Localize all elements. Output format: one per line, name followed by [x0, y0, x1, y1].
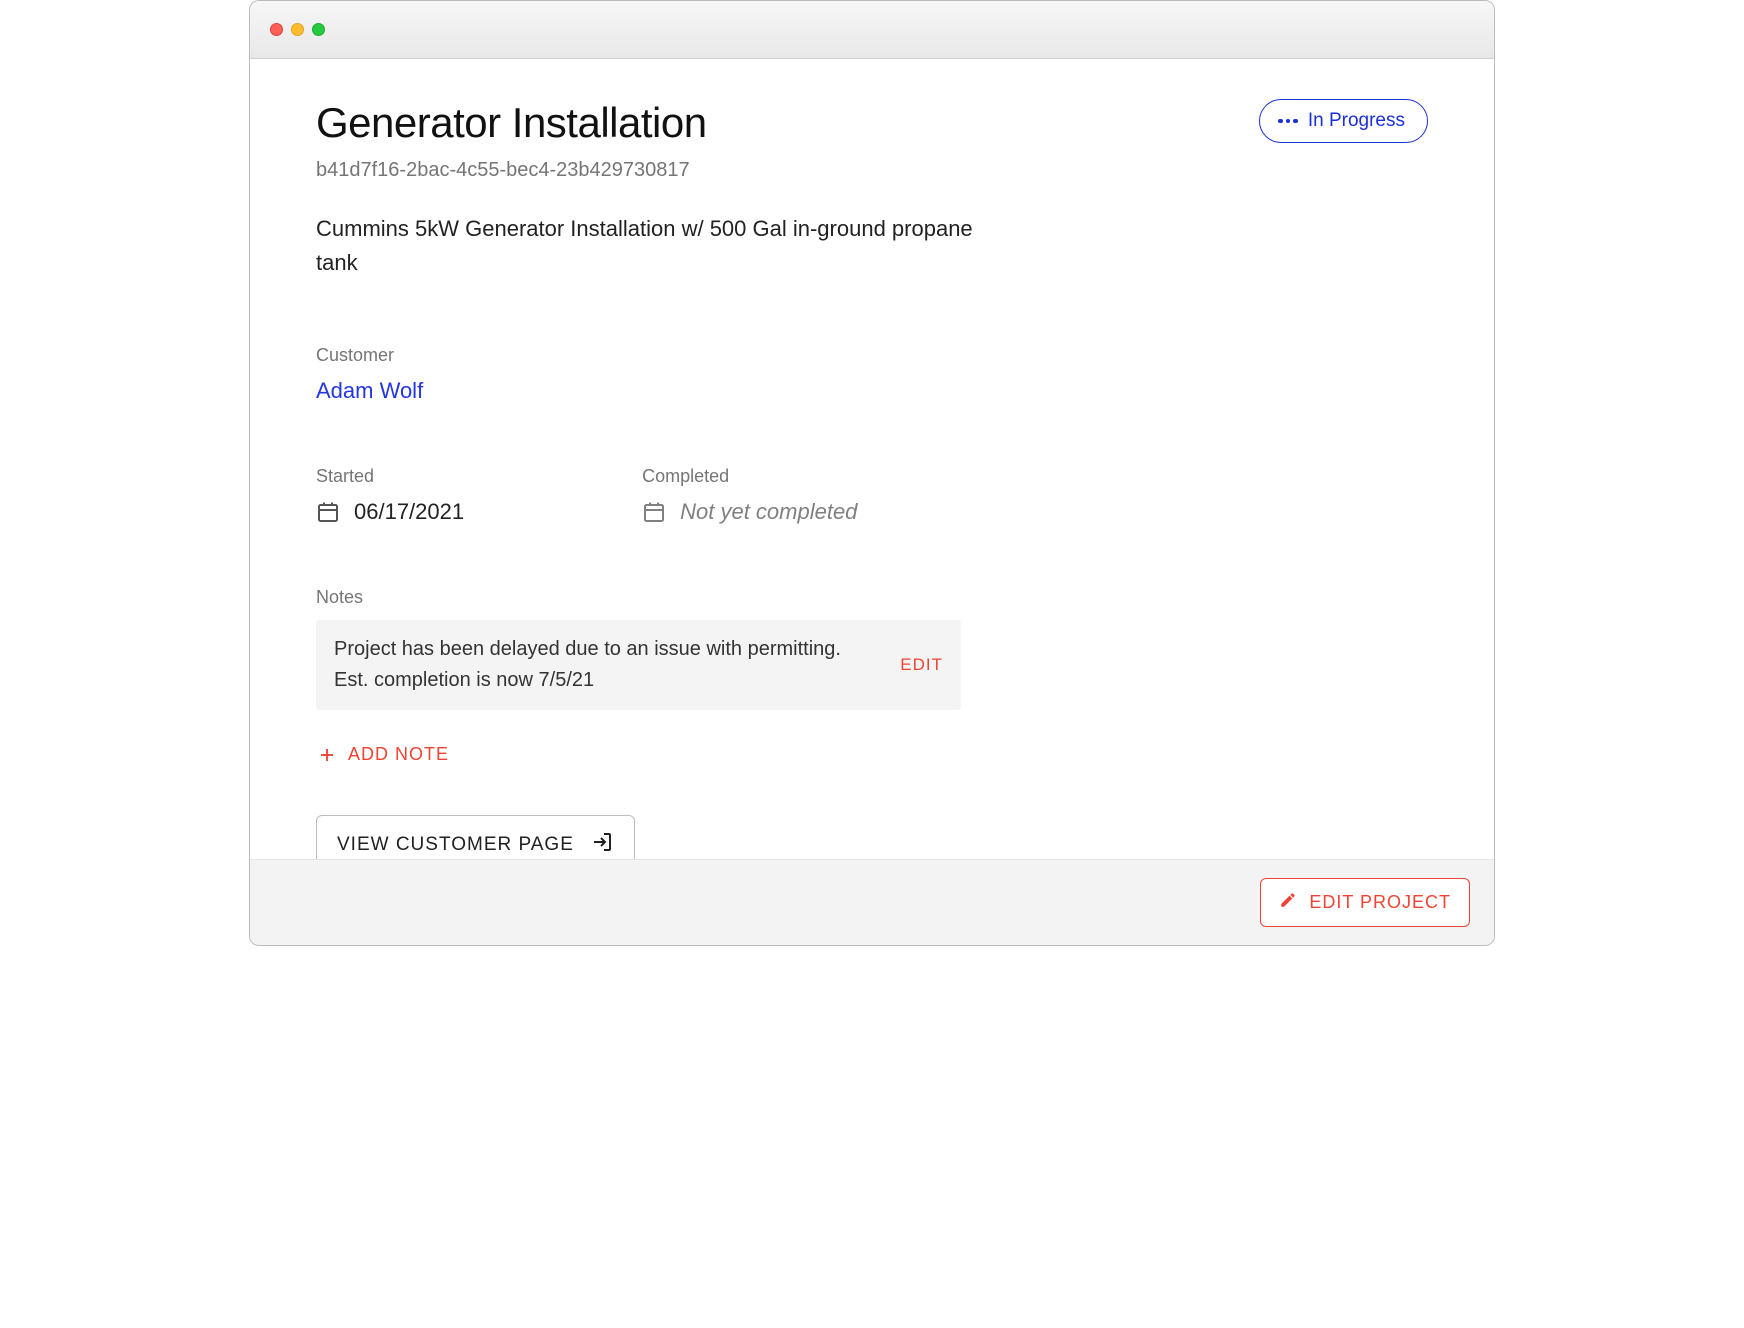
footer-bar: EDIT PROJECT: [250, 859, 1494, 945]
started-date-column: Started 06/17/2021: [316, 466, 464, 525]
edit-note-button[interactable]: EDIT: [900, 655, 943, 675]
page-content: Generator Installation In Progress b41d7…: [250, 59, 1494, 859]
edit-project-label: EDIT PROJECT: [1309, 892, 1451, 913]
status-label: In Progress: [1308, 110, 1405, 132]
header-row: Generator Installation In Progress: [316, 99, 1428, 147]
plus-icon: [318, 746, 336, 764]
customer-section: Customer Adam Wolf: [316, 345, 1428, 404]
status-chip[interactable]: In Progress: [1259, 99, 1428, 143]
started-value-row: 06/17/2021: [316, 499, 464, 525]
project-id: b41d7f16-2bac-4c55-bec4-23b429730817: [316, 159, 1428, 182]
completed-date-placeholder: Not yet completed: [680, 499, 857, 525]
customer-link[interactable]: Adam Wolf: [316, 378, 423, 403]
started-date-value: 06/17/2021: [354, 499, 464, 525]
add-note-label: ADD NOTE: [348, 744, 449, 765]
note-text: Project has been delayed due to an issue…: [334, 634, 880, 696]
notes-label: Notes: [316, 587, 961, 608]
completed-label: Completed: [642, 466, 857, 487]
more-horizontal-icon: [1278, 119, 1298, 124]
add-note-button[interactable]: ADD NOTE: [316, 738, 451, 771]
window-minimize-button[interactable]: [291, 23, 304, 36]
pencil-icon: [1279, 891, 1297, 914]
project-title: Generator Installation: [316, 99, 707, 147]
note-card: Project has been delayed due to an issue…: [316, 620, 961, 710]
customer-label: Customer: [316, 345, 1428, 366]
notes-section: Notes Project has been delayed due to an…: [316, 587, 961, 771]
calendar-icon: [642, 500, 666, 524]
app-window: Generator Installation In Progress b41d7…: [249, 0, 1495, 946]
edit-project-button[interactable]: EDIT PROJECT: [1260, 878, 1470, 927]
completed-value-row: Not yet completed: [642, 499, 857, 525]
project-description: Cummins 5kW Generator Installation w/ 50…: [316, 212, 976, 280]
window-close-button[interactable]: [270, 23, 283, 36]
view-customer-label: VIEW CUSTOMER PAGE: [337, 834, 574, 856]
titlebar: [250, 1, 1494, 59]
window-zoom-button[interactable]: [312, 23, 325, 36]
exit-to-app-icon: [590, 830, 614, 859]
view-customer-button[interactable]: VIEW CUSTOMER PAGE: [316, 815, 635, 859]
calendar-icon: [316, 500, 340, 524]
dates-row: Started 06/17/2021 Completed: [316, 466, 1428, 525]
started-label: Started: [316, 466, 464, 487]
completed-date-column: Completed Not yet completed: [642, 466, 857, 525]
